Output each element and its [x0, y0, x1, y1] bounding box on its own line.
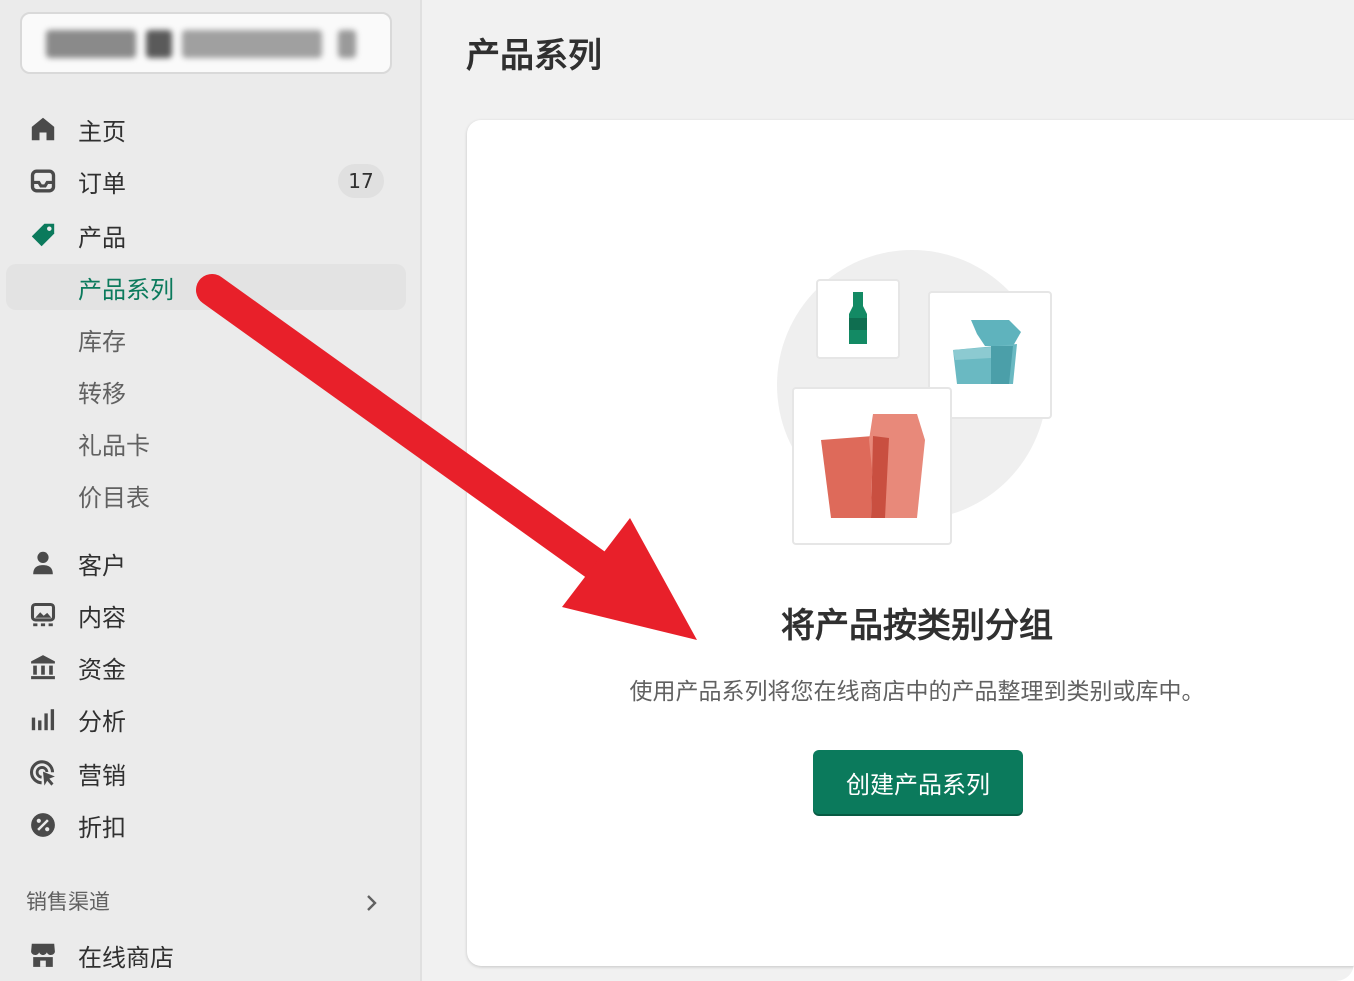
- content-icon: [28, 600, 58, 630]
- orders-count-badge: 17: [338, 164, 384, 198]
- empty-state-card: 将产品按类别分组 使用产品系列将您在线商店中的产品整理到类别或库中。 创建产品系…: [467, 120, 1354, 966]
- sidebar-item-label: 分析: [78, 707, 126, 736]
- app-window: 主页 订单 17 产品 产品系列 库存 转移 礼品卡 价目表 客户 内容 资金 …: [0, 0, 1354, 981]
- person-icon: [28, 548, 58, 578]
- sidebar-subitem-collections[interactable]: 产品系列: [6, 264, 406, 310]
- sidebar-item-marketing[interactable]: 营销: [20, 750, 406, 796]
- sidebar-item-label: 内容: [78, 603, 126, 632]
- sidebar-item-label: 营销: [78, 761, 126, 790]
- sidebar-subitem-label: 库存: [78, 327, 126, 356]
- sidebar-subitem-price-lists[interactable]: 价目表: [20, 472, 406, 518]
- sidebar-item-label: 订单: [78, 169, 126, 198]
- sidebar-item-label: 在线商店: [78, 943, 174, 972]
- sidebar-item-finances[interactable]: 资金: [20, 644, 406, 690]
- sidebar-item-label: 主页: [78, 117, 126, 146]
- sidebar-item-home[interactable]: 主页: [20, 106, 406, 152]
- bank-icon: [28, 652, 58, 682]
- sidebar-item-discounts[interactable]: 折扣: [20, 802, 406, 848]
- page-title: 产品系列: [466, 36, 602, 76]
- sidebar-item-analytics[interactable]: 分析: [20, 696, 406, 742]
- sidebar-item-products[interactable]: 产品: [20, 212, 406, 258]
- sidebar-item-label: 资金: [78, 655, 126, 684]
- bar-chart-icon: [28, 704, 58, 734]
- chevron-right-icon[interactable]: [362, 890, 382, 916]
- sidebar-item-content[interactable]: 内容: [20, 592, 406, 638]
- sidebar-subitem-inventory[interactable]: 库存: [20, 316, 406, 362]
- sidebar-subitem-label: 礼品卡: [78, 431, 150, 460]
- sidebar-subitem-label: 价目表: [78, 483, 150, 512]
- product-collection-illustration: [777, 250, 1052, 545]
- tag-icon: [28, 220, 58, 250]
- store-icon: [28, 940, 58, 970]
- marketing-icon: [28, 758, 58, 788]
- empty-state-description: 使用产品系列将您在线商店中的产品整理到类别或库中。: [629, 679, 1205, 705]
- sidebar-subitem-label: 产品系列: [78, 275, 174, 304]
- create-collection-button[interactable]: 创建产品系列: [813, 750, 1023, 814]
- sidebar-item-label: 折扣: [78, 813, 126, 842]
- sales-channels-heading: 销售渠道: [26, 890, 110, 914]
- sidebar-item-label: 客户: [78, 551, 126, 580]
- home-icon: [28, 114, 58, 144]
- discount-icon: [28, 810, 58, 840]
- sidebar-subitem-transfers[interactable]: 转移: [20, 368, 406, 414]
- sidebar-item-label: 产品: [78, 223, 126, 252]
- sidebar-item-online-store[interactable]: 在线商店: [20, 932, 406, 978]
- sidebar-subitem-label: 转移: [78, 379, 126, 408]
- sidebar-item-customers[interactable]: 客户: [20, 540, 406, 586]
- empty-state-heading: 将产品按类别分组: [781, 606, 1053, 646]
- sidebar-subitem-gift-cards[interactable]: 礼品卡: [20, 420, 406, 466]
- sidebar-item-orders[interactable]: 订单 17: [20, 158, 406, 204]
- inbox-icon: [28, 166, 58, 196]
- sidebar: 主页 订单 17 产品 产品系列 库存 转移 礼品卡 价目表 客户 内容 资金 …: [0, 0, 422, 981]
- store-selector[interactable]: [20, 12, 392, 74]
